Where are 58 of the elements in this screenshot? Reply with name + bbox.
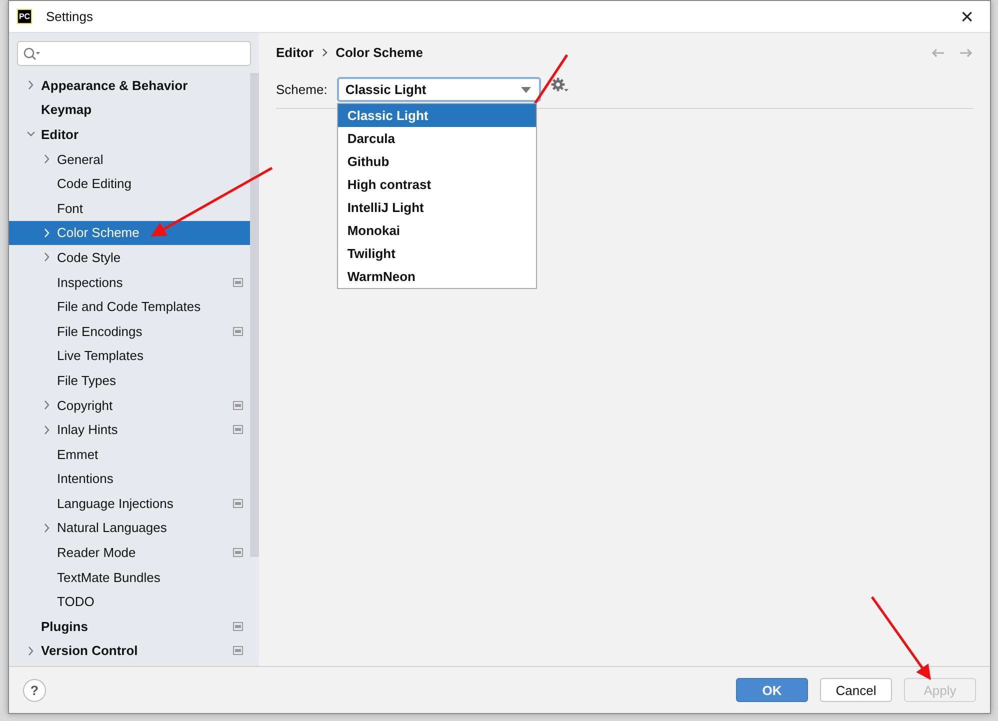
tree-item[interactable]: Natural Languages	[9, 516, 250, 540]
tree-item[interactable]: General	[9, 146, 250, 172]
close-button[interactable]: ×	[944, 1, 990, 32]
chevron-icon	[322, 48, 328, 57]
menu-option[interactable]: Twilight	[338, 242, 536, 265]
chevron-icon	[43, 228, 51, 238]
menu-option[interactable]: Classic Light	[338, 104, 536, 127]
menu-option[interactable]: Github	[338, 150, 536, 173]
tree-item[interactable]: Keymap	[9, 98, 250, 122]
tree-item[interactable]: Reader Mode	[9, 540, 250, 565]
cancel-button[interactable]: Cancel	[820, 678, 892, 702]
tree-item[interactable]: TODO	[9, 589, 250, 614]
menu-option[interactable]: IntelliJ Light	[338, 196, 536, 219]
scheme-dropdown[interactable]: Classic Light	[337, 77, 542, 102]
window-title: Settings	[46, 9, 93, 24]
caret-icon	[521, 86, 532, 92]
tree-item[interactable]: Code Style	[9, 245, 250, 270]
tree-item[interactable]: File Types	[9, 368, 250, 393]
scrollbar[interactable]	[250, 73, 259, 557]
chevron-icon	[27, 646, 35, 656]
tree-item[interactable]: Intentions	[9, 466, 250, 492]
search-field[interactable]	[17, 41, 251, 66]
tree-item[interactable]: Inspections	[9, 270, 250, 294]
tree-item[interactable]: Language Injections	[9, 491, 250, 516]
tree-item[interactable]: TextMate Bundles	[9, 564, 250, 590]
tree-item[interactable]: Plugins	[9, 614, 250, 639]
help-button[interactable]: ?	[23, 678, 46, 702]
ok-button[interactable]: OK	[736, 678, 808, 702]
tree-item[interactable]: Code Editing	[9, 171, 250, 196]
breadcrumb-item: Color Scheme	[336, 45, 423, 60]
tree-item[interactable]: Version Control	[9, 638, 250, 664]
tree-item[interactable]: Editor	[9, 122, 250, 147]
tree-item[interactable]: Live Templates	[9, 344, 250, 368]
tree-item[interactable]: File Encodings	[9, 318, 250, 344]
tree-item[interactable]: Font	[9, 196, 250, 221]
settings-icon[interactable]	[551, 77, 570, 93]
chevron-icon	[43, 424, 51, 435]
app-logo-icon: PC	[17, 9, 32, 24]
tree-item[interactable]: Copyright	[9, 392, 250, 418]
chevron-icon	[27, 80, 35, 90]
menu-option[interactable]: High contrast	[338, 173, 536, 196]
chevron-icon	[43, 522, 51, 533]
tree-item[interactable]: Color Scheme	[9, 220, 250, 246]
scheme-label: Scheme:	[276, 82, 328, 97]
forward-arrow-icon[interactable]	[959, 48, 973, 58]
search-icon	[23, 46, 41, 60]
menu-option[interactable]: WarmNeon	[338, 265, 536, 288]
chevron-icon	[43, 154, 51, 164]
chevron-icon	[43, 252, 51, 262]
tree-item[interactable]: File and Code Templates	[9, 294, 250, 319]
tree-item[interactable]: Appearance & Behavior	[9, 73, 250, 98]
tree-item[interactable]: Inlay Hints	[9, 417, 250, 442]
menu-option[interactable]: Monokai	[338, 219, 536, 242]
breadcrumb-item: Editor	[276, 45, 314, 60]
back-arrow-icon[interactable]	[931, 48, 945, 58]
menu-option[interactable]: Darcula	[338, 127, 536, 150]
chevron-icon	[43, 400, 51, 410]
tree-item[interactable]: Emmet	[9, 442, 250, 466]
